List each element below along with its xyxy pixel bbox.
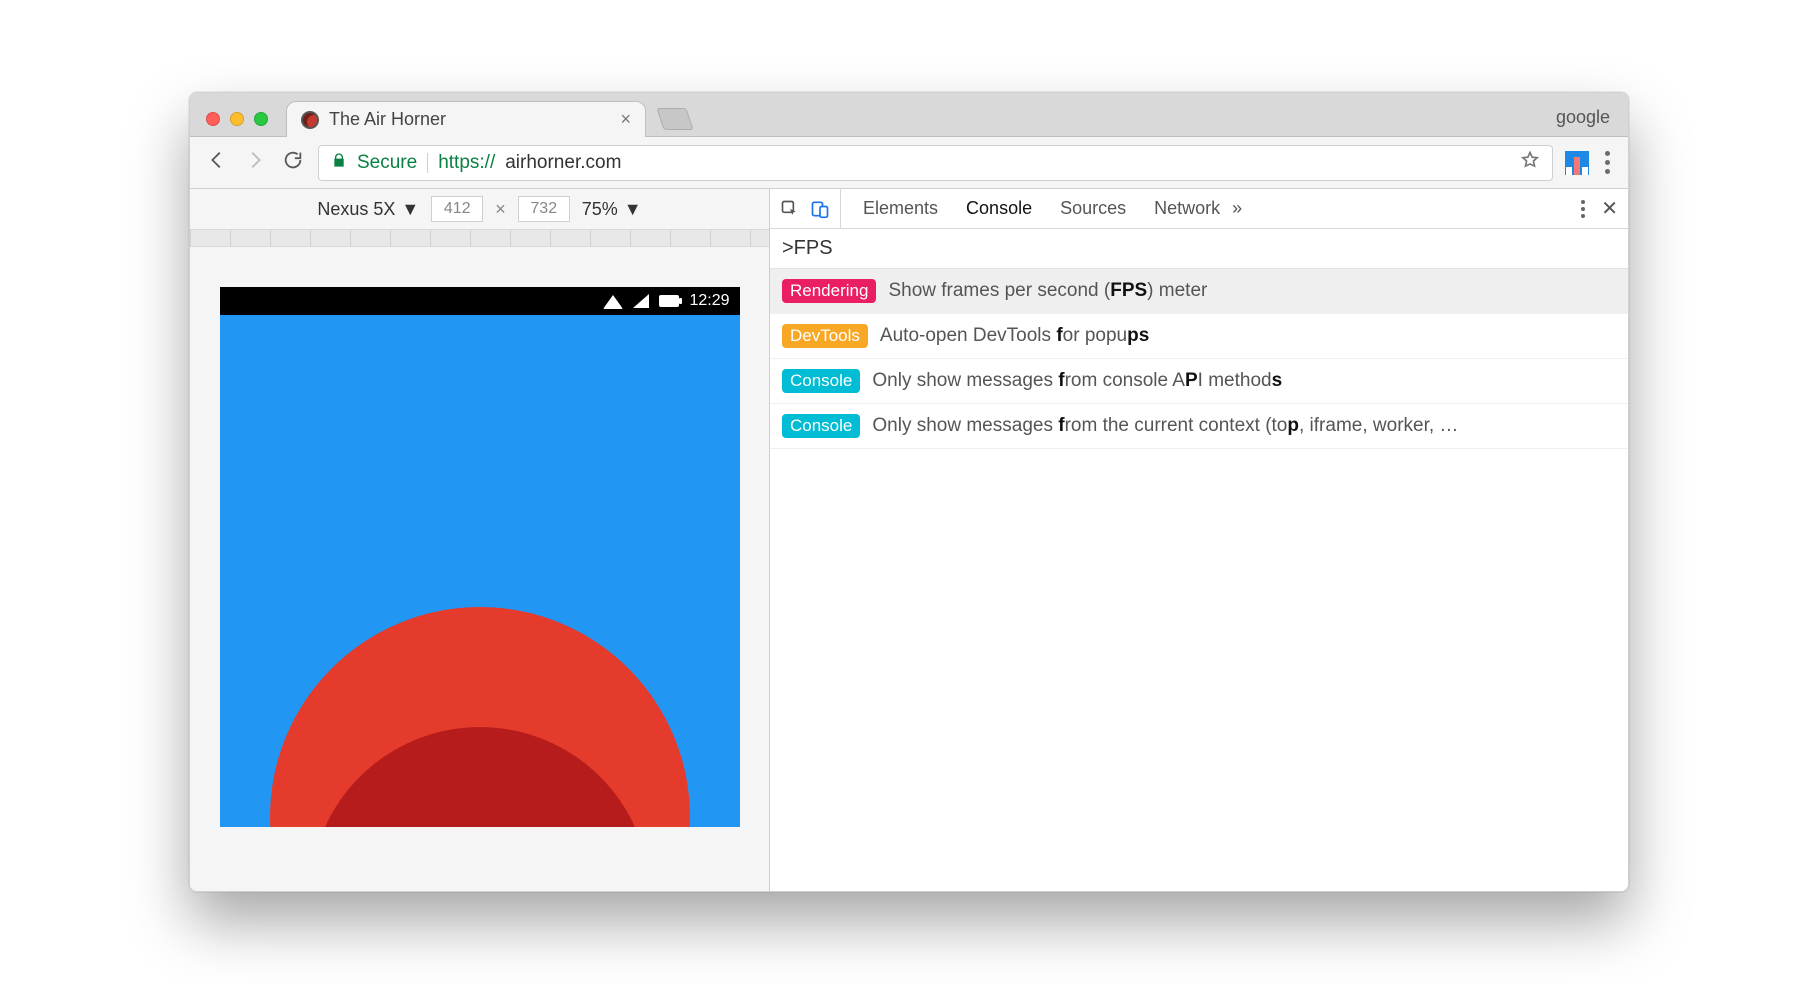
chrome-menu-button[interactable] — [1601, 151, 1614, 174]
devtools-header: Elements Console Sources Network » ✕ — [770, 189, 1628, 229]
chevron-down-icon: ▼ — [624, 199, 642, 220]
devtools-menu-button[interactable] — [1581, 200, 1585, 218]
command-menu-results: Rendering Show frames per second (FPS) me… — [770, 269, 1628, 449]
browser-toolbar: Secure https:// airhorner.com — [190, 137, 1628, 189]
command-text: Only show messages from the current cont… — [872, 415, 1458, 437]
command-menu-result[interactable]: DevTools Auto-open DevTools for popups — [770, 314, 1628, 359]
command-menu-result[interactable]: Rendering Show frames per second (FPS) me… — [770, 269, 1628, 314]
command-badge: DevTools — [782, 324, 868, 348]
command-menu-input[interactable]: >FPS — [770, 229, 1628, 269]
window-zoom-button[interactable] — [254, 112, 268, 126]
address-bar[interactable]: Secure https:// airhorner.com — [318, 145, 1553, 181]
window-controls — [196, 112, 278, 136]
wifi-icon — [603, 295, 623, 309]
devtools-tab-console[interactable]: Console — [966, 198, 1032, 219]
device-toolbar: Nexus 5X ▼ × 75% ▼ — [190, 189, 769, 229]
device-height-input[interactable] — [518, 196, 570, 222]
command-badge: Console — [782, 369, 860, 393]
toggle-device-toolbar-icon[interactable] — [810, 199, 830, 219]
back-button[interactable] — [204, 149, 230, 177]
tab-title: The Air Horner — [329, 109, 446, 130]
device-selector[interactable]: Nexus 5X ▼ — [317, 199, 419, 220]
tab-strip: The Air Horner × google — [190, 93, 1628, 137]
bookmark-star-icon[interactable] — [1520, 150, 1540, 176]
inspect-element-icon[interactable] — [780, 199, 800, 219]
url-host: airhorner.com — [505, 152, 621, 174]
devtools-tab-sources[interactable]: Sources — [1060, 198, 1126, 219]
device-preview-pane: Nexus 5X ▼ × 75% ▼ — [190, 189, 770, 891]
cellular-icon — [633, 294, 649, 308]
zoom-value: 75% — [582, 199, 618, 220]
window-close-button[interactable] — [206, 112, 220, 126]
device-width-input[interactable] — [431, 196, 483, 222]
profile-label[interactable]: google — [1556, 107, 1618, 136]
devtools-tabs: Elements Console Sources Network — [849, 198, 1220, 219]
window-minimize-button[interactable] — [230, 112, 244, 126]
devtools-overflow-button[interactable]: » — [1232, 198, 1242, 219]
zoom-selector[interactable]: 75% ▼ — [582, 199, 642, 220]
airhorner-app-viewport[interactable] — [220, 315, 740, 827]
command-menu-result[interactable]: Console Only show messages from the curre… — [770, 404, 1628, 449]
battery-icon — [659, 295, 679, 307]
devtools-tab-elements[interactable]: Elements — [863, 198, 938, 219]
new-tab-button[interactable] — [656, 108, 693, 130]
ruler — [190, 229, 769, 247]
url-protocol: https:// — [438, 152, 495, 174]
devtools-tab-network[interactable]: Network — [1154, 198, 1220, 219]
command-text: Auto-open DevTools for popups — [880, 325, 1149, 347]
lighthouse-extension-icon[interactable] — [1565, 151, 1589, 175]
dimension-separator: × — [495, 199, 506, 220]
secure-label: Secure — [357, 152, 417, 174]
command-text: Only show messages from console API meth… — [872, 370, 1282, 392]
command-text: Show frames per second (FPS) meter — [888, 280, 1207, 302]
devtools-pane: Elements Console Sources Network » ✕ >FPS R… — [770, 189, 1628, 891]
command-menu-result[interactable]: Console Only show messages from console A… — [770, 359, 1628, 404]
separator — [427, 153, 428, 173]
command-menu-query: >FPS — [782, 237, 833, 260]
reload-button[interactable] — [280, 149, 306, 177]
browser-tab[interactable]: The Air Horner × — [286, 101, 646, 137]
command-badge: Rendering — [782, 279, 876, 303]
forward-button[interactable] — [242, 149, 268, 177]
chevron-down-icon: ▼ — [401, 199, 419, 220]
airhorner-favicon-icon — [301, 111, 319, 129]
device-name: Nexus 5X — [317, 199, 395, 220]
status-time: 12:29 — [689, 292, 729, 310]
tab-close-button[interactable]: × — [620, 109, 631, 130]
command-badge: Console — [782, 414, 860, 438]
browser-window: The Air Horner × google Secure — [189, 92, 1629, 892]
android-status-bar: 12:29 — [220, 287, 740, 315]
device-frame: 12:29 — [220, 287, 740, 827]
lock-icon — [331, 152, 347, 173]
devtools-close-button[interactable]: ✕ — [1601, 196, 1618, 221]
